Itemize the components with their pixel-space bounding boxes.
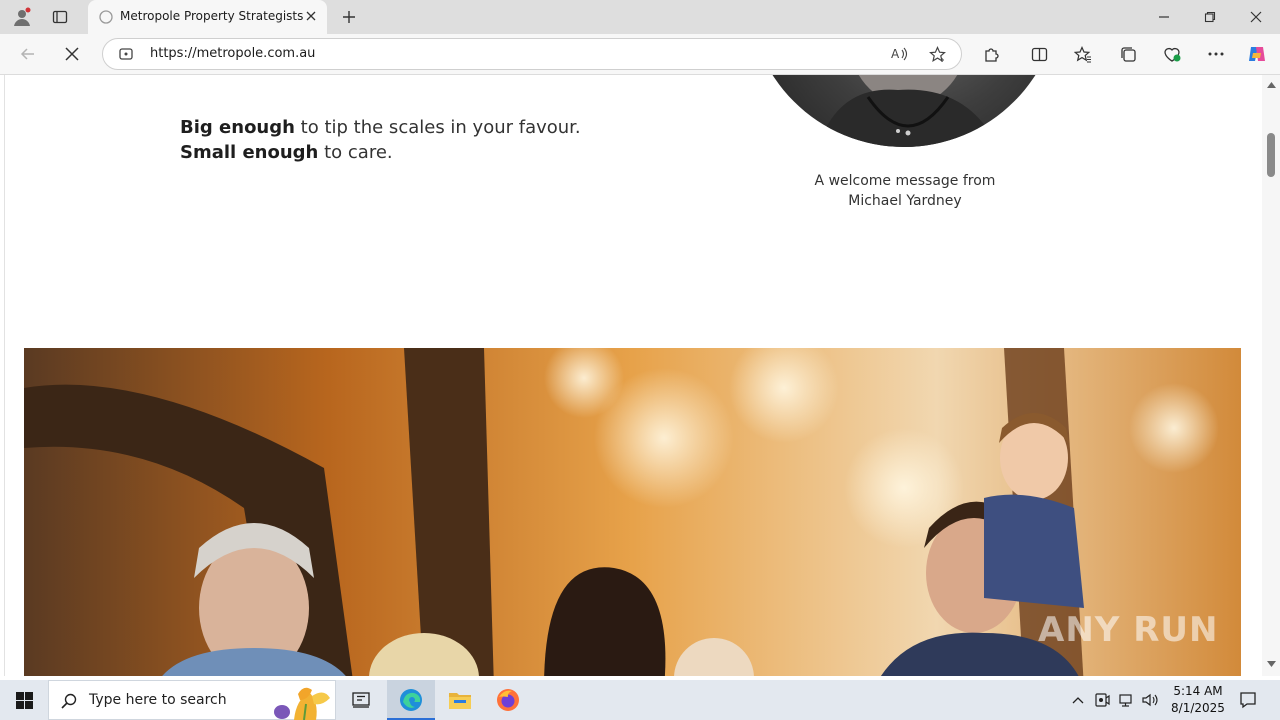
browser-toolbar: https://metropole.com.au A (0, 34, 1280, 75)
profile-icon[interactable] (10, 5, 34, 29)
clock-time: 5:14 AM (1173, 684, 1223, 698)
address-bar[interactable]: https://metropole.com.au A (102, 38, 962, 70)
new-tab-icon[interactable] (337, 5, 361, 29)
restore-icon[interactable] (1198, 5, 1222, 29)
tab-bar: Metropole Property Strategists | S (0, 0, 1280, 34)
tagline-line-1: Big enough to tip the scales in your fav… (180, 115, 581, 140)
search-highlight-icon (261, 681, 337, 720)
page-favicon-icon (98, 9, 114, 25)
task-view-icon[interactable] (338, 680, 384, 720)
notifications-icon[interactable] (1236, 688, 1260, 712)
tab-metropole[interactable]: Metropole Property Strategists | S (88, 0, 327, 34)
close-tab-icon[interactable] (303, 8, 319, 24)
edge-browser-icon (399, 688, 423, 712)
page-scrollbar[interactable] (1262, 75, 1280, 676)
search-icon (59, 691, 79, 711)
network-icon[interactable] (1116, 690, 1136, 710)
tagline-rest-1: to tip the scales in your favour. (294, 117, 581, 138)
windows-taskbar: Type here to search 5:14 AM 8/1/2025 (0, 680, 1280, 720)
stop-loading-icon[interactable] (60, 42, 84, 66)
watermark-text: ANY RUN (1038, 610, 1219, 650)
firefox-icon[interactable] (484, 680, 532, 720)
settings-more-icon[interactable] (1204, 42, 1228, 66)
tab-actions-icon[interactable] (48, 5, 72, 29)
portrait-image (818, 75, 998, 147)
volume-icon[interactable] (1140, 690, 1160, 710)
minimize-icon[interactable] (1152, 5, 1176, 29)
favorites-icon[interactable] (1071, 42, 1095, 66)
file-explorer-icon[interactable] (436, 680, 484, 720)
clock-date: 8/1/2025 (1171, 701, 1225, 715)
read-aloud-icon[interactable]: A (889, 44, 909, 64)
favorite-star-icon[interactable] (927, 44, 947, 64)
welcome-caption: A welcome message from Michael Yardney (790, 171, 1020, 211)
tab-title: Metropole Property Strategists | S (120, 9, 305, 23)
taskbar-clock[interactable]: 5:14 AM 8/1/2025 (1166, 683, 1230, 717)
extensions-icon[interactable] (979, 42, 1003, 66)
svg-text:A: A (891, 47, 900, 61)
close-window-icon[interactable] (1244, 5, 1268, 29)
browser-essentials-icon[interactable] (1160, 42, 1184, 66)
heading-fragment (260, 75, 530, 77)
tagline-bold-1: Big enough (180, 117, 295, 138)
collections-icon[interactable] (1116, 42, 1140, 66)
tagline: Big enough to tip the scales in your fav… (180, 115, 581, 165)
welcome-video-portrait[interactable] (748, 75, 1060, 147)
caption-line-1: A welcome message from (814, 173, 996, 189)
tagline-line-2: Small enough to care. (180, 140, 581, 165)
taskbar-search-box[interactable]: Type here to search (48, 680, 336, 720)
scroll-up-icon[interactable] (1265, 79, 1277, 91)
site-info-icon[interactable] (117, 45, 135, 63)
search-placeholder: Type here to search (89, 692, 227, 708)
tagline-bold-2: Small enough (180, 142, 319, 163)
back-icon[interactable] (16, 42, 40, 66)
taskbar-edge-active[interactable] (387, 680, 435, 720)
meet-now-icon[interactable] (1092, 690, 1112, 710)
caption-line-2: Michael Yardney (848, 193, 962, 209)
scroll-thumb[interactable] (1267, 133, 1275, 177)
copilot-icon[interactable] (1245, 42, 1269, 66)
page-viewport: Big enough to tip the scales in your fav… (0, 75, 1262, 676)
split-screen-icon[interactable] (1027, 42, 1051, 66)
viewport-edge (4, 75, 5, 676)
url-text[interactable]: https://metropole.com.au (150, 46, 315, 61)
tray-overflow-icon[interactable] (1068, 690, 1088, 710)
start-windows-icon[interactable] (0, 680, 48, 720)
tagline-rest-2: to care. (318, 142, 393, 163)
scroll-down-icon[interactable] (1265, 658, 1277, 670)
